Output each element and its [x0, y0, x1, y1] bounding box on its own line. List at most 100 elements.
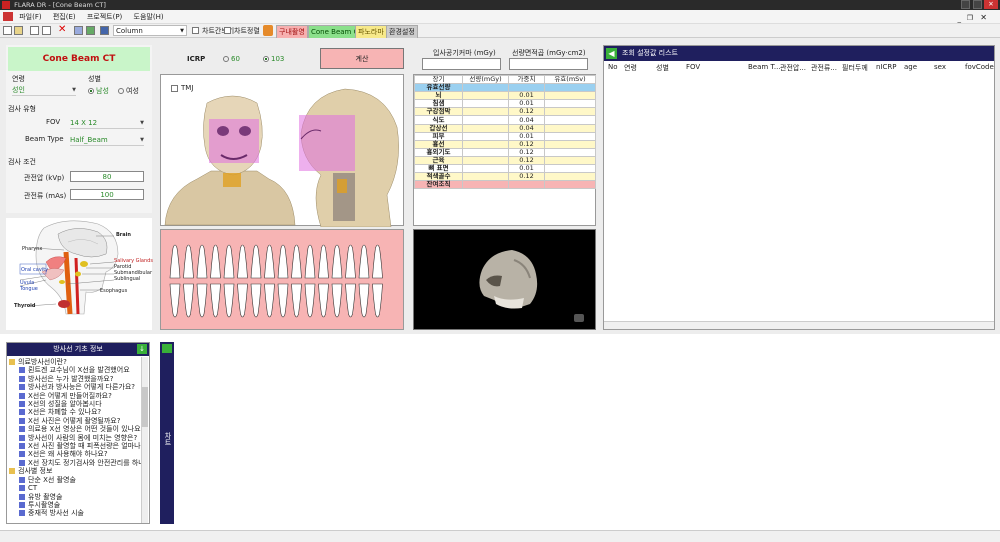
tree-item[interactable]: X선은 차폐할 수 있나요?: [9, 408, 141, 416]
maximize-button[interactable]: [973, 0, 982, 9]
upper-tooth[interactable]: [264, 244, 275, 279]
app-menu-icon[interactable]: [3, 12, 13, 21]
lower-tooth[interactable]: [358, 283, 370, 318]
calculate-button[interactable]: 계산: [320, 48, 404, 69]
lower-tooth[interactable]: [250, 283, 262, 318]
lower-tooth[interactable]: [196, 283, 208, 318]
mdi-restore-icon[interactable]: ❐: [967, 11, 973, 25]
chart-icon[interactable]: [100, 26, 109, 35]
tree-item[interactable]: 방사선이 사람의 몸에 미치는 영향은?: [9, 434, 141, 442]
icrp103-radio[interactable]: 103: [263, 55, 284, 63]
horizontal-scrollbar[interactable]: [604, 321, 994, 329]
menu-edit[interactable]: 편집(E): [53, 10, 76, 24]
tree-item[interactable]: 단순 X선 촬영술: [9, 476, 141, 484]
column-header[interactable]: 관전류...: [811, 63, 837, 73]
tree-item[interactable]: 뢴트겐 교수님이 X선을 발견했어요: [9, 366, 141, 374]
column-header[interactable]: age: [904, 63, 917, 71]
chart-show-checkbox[interactable]: [192, 27, 199, 34]
lower-tooth[interactable]: [331, 283, 343, 318]
lower-tooth[interactable]: [277, 283, 289, 318]
upper-tooth[interactable]: [223, 244, 235, 279]
menu-help[interactable]: 도움말(H): [134, 10, 164, 24]
save-icon[interactable]: [30, 26, 39, 35]
male-radio[interactable]: 남성: [88, 86, 109, 96]
upper-tooth[interactable]: [250, 244, 262, 279]
column-header[interactable]: Beam T...: [748, 63, 781, 71]
export-icon[interactable]: [86, 26, 95, 35]
tab-panorama[interactable]: 파노라마: [355, 25, 387, 39]
upper-tooth[interactable]: [237, 244, 248, 279]
column-header[interactable]: No: [608, 63, 618, 71]
lower-tooth[interactable]: [318, 283, 329, 318]
close-button[interactable]: ✕: [984, 0, 998, 9]
mdi-close-icon[interactable]: ✕: [980, 11, 987, 25]
upper-tooth[interactable]: [304, 244, 316, 279]
column-header[interactable]: FOV: [686, 63, 700, 71]
entrance-kerma-input[interactable]: [422, 58, 501, 70]
column-header[interactable]: sex: [934, 63, 946, 71]
back-arrow-icon[interactable]: ◀: [606, 48, 617, 59]
dap-input[interactable]: [509, 58, 588, 70]
tree-item[interactable]: X선 장치도 정기검사와 안전관리를 하나: [9, 459, 141, 467]
column-header[interactable]: 성별: [656, 63, 669, 73]
tree-item[interactable]: 투시촬영술: [9, 501, 141, 509]
upper-tooth[interactable]: [196, 244, 208, 279]
upper-tooth[interactable]: [183, 244, 194, 279]
tree-item[interactable]: 검사별 정보: [9, 467, 141, 475]
upper-tooth[interactable]: [169, 244, 181, 279]
lower-tooth[interactable]: [183, 283, 194, 318]
female-radio[interactable]: 여성: [118, 86, 139, 96]
upper-tooth[interactable]: [210, 244, 221, 279]
upper-tooth[interactable]: [291, 244, 302, 279]
tree-item[interactable]: 방사선은 누가 발견했을까요?: [9, 375, 141, 383]
mas-input[interactable]: 100: [70, 189, 144, 200]
fov-select[interactable]: 14 X 12 ▼: [70, 118, 144, 129]
organ-row[interactable]: 잔여조직: [414, 180, 596, 190]
menu-file[interactable]: 파일(F): [19, 10, 41, 24]
camera-icon[interactable]: [263, 25, 273, 36]
kvp-input[interactable]: 80: [70, 171, 144, 182]
minimize-button[interactable]: [961, 0, 970, 9]
column-header[interactable]: 필터두께: [842, 63, 868, 73]
upper-tooth[interactable]: [277, 244, 289, 279]
lower-tooth[interactable]: [372, 283, 383, 318]
menu-project[interactable]: 프로젝트(P): [87, 10, 122, 24]
column-select[interactable]: Column ▼: [113, 25, 187, 36]
beam-type-select[interactable]: Half_Beam ▼: [70, 135, 144, 146]
age-select[interactable]: 성인 ▼: [12, 85, 76, 96]
lower-tooth[interactable]: [304, 283, 316, 318]
column-header[interactable]: nICRP: [876, 63, 896, 71]
chart-side-tab[interactable]: 차트: [160, 342, 174, 524]
delete-icon[interactable]: ✕: [58, 24, 66, 36]
grid-icon[interactable]: [74, 26, 83, 35]
lower-tooth[interactable]: [345, 283, 356, 318]
tree-item[interactable]: 의료방사선이란?: [9, 358, 141, 366]
tree-item[interactable]: X선은 어떻게 만들어질까요?: [9, 392, 141, 400]
tree-item[interactable]: 유방 촬영술: [9, 493, 141, 501]
tree-item[interactable]: 중재적 방사선 시술: [9, 509, 141, 517]
lower-tooth[interactable]: [223, 283, 235, 318]
vertical-scrollbar[interactable]: [141, 357, 148, 523]
column-header[interactable]: 관전압...: [780, 63, 806, 73]
upper-tooth[interactable]: [331, 244, 343, 279]
upper-tooth[interactable]: [345, 244, 356, 279]
tree-item[interactable]: 방사선과 방사능은 어떻게 다른가요?: [9, 383, 141, 391]
lower-tooth[interactable]: [291, 283, 302, 318]
lower-tooth[interactable]: [264, 283, 275, 318]
organ-row[interactable]: 식도 0.04: [414, 115, 596, 125]
upper-tooth[interactable]: [372, 244, 383, 279]
tab-intraoral[interactable]: 구내촬영: [276, 25, 308, 39]
tree-item[interactable]: X선 사진은 어떻게 촬영될까요?: [9, 417, 141, 425]
column-header[interactable]: fovCode: [965, 63, 994, 71]
tree-item[interactable]: 의료용 X선 영상은 어떤 것들이 있나요?: [9, 425, 141, 433]
new-icon[interactable]: [3, 26, 12, 35]
open-icon[interactable]: [14, 26, 23, 35]
tree-item[interactable]: X선은 왜 사용해야 하나요?: [9, 450, 141, 458]
tree-item[interactable]: X선 사진 촬영할 때 피폭선량은 얼마나: [9, 442, 141, 450]
tree-item[interactable]: X선의 성질을 알아봅시다: [9, 400, 141, 408]
lower-tooth[interactable]: [210, 283, 221, 318]
scrollbar-thumb[interactable]: [142, 387, 148, 427]
print-icon[interactable]: [42, 26, 51, 35]
icrp60-radio[interactable]: 60: [223, 55, 240, 63]
organ-row[interactable]: 구강점막 0.12: [414, 107, 596, 117]
